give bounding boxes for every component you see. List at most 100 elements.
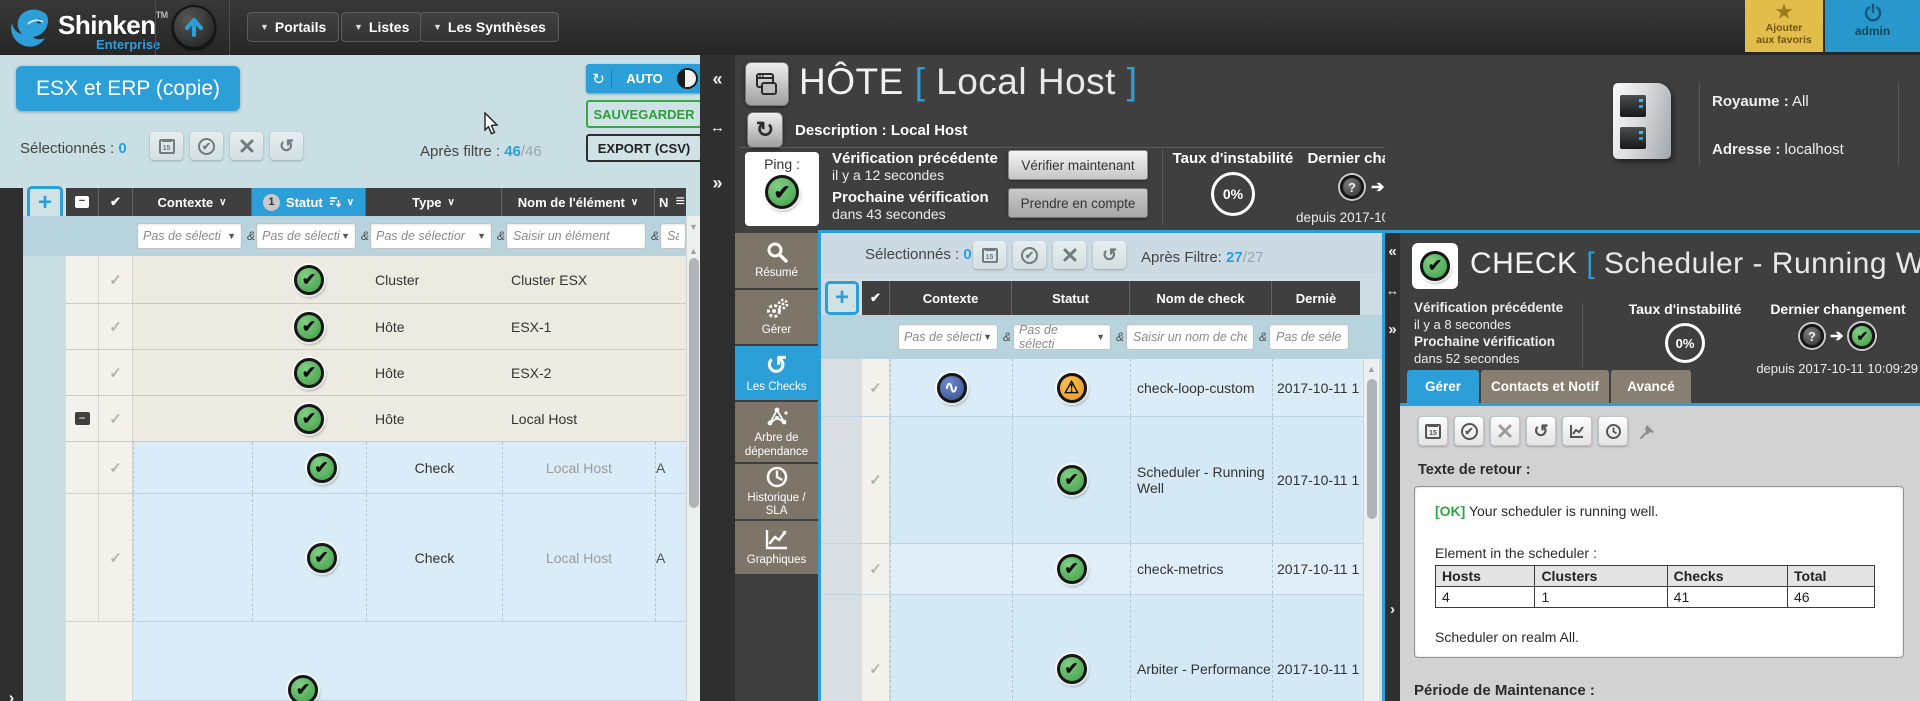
auto-refresh-toggle[interactable]: ↻ AUTO — [586, 64, 700, 93]
add-check-button[interactable]: + — [825, 281, 859, 315]
sidebar-item-historique-sla[interactable]: Historique / SLA — [735, 464, 818, 521]
sidebar-item-arbre-de-dependance[interactable]: Arbre de dépendance — [735, 402, 818, 464]
table-row-child[interactable]: ✓ Check Local Host A — [66, 494, 686, 622]
table-row[interactable]: − ✓ Hôte Local Host — [66, 396, 686, 442]
scroll-up-icon[interactable]: ▲ — [1364, 364, 1379, 374]
recheck-button[interactable]: ↺ — [270, 132, 303, 160]
collapse-left-icon[interactable]: « — [1385, 243, 1400, 260]
row-check-icon[interactable]: ✓ — [869, 379, 882, 397]
scroll-up-icon[interactable]: ▲ — [687, 246, 700, 256]
schedule-downtime-button[interactable] — [150, 132, 183, 160]
expand-right-icon[interactable]: › — [1385, 601, 1400, 618]
checks-table-scrollbar[interactable]: ▲ — [1363, 359, 1379, 701]
table-row[interactable]: ✓ Hôte ESX-2 — [66, 350, 686, 396]
expand-right-icon[interactable]: » — [700, 173, 735, 194]
column-contexte[interactable]: Contexte — [890, 281, 1012, 315]
check-now-button[interactable]: Vérifier maintenant — [1008, 150, 1148, 180]
column-menu-icon[interactable]: ≡ — [676, 193, 684, 211]
filter-extra-input[interactable] — [660, 223, 686, 249]
select-all-header[interactable]: ✔ — [99, 188, 133, 216]
timeperiod-button[interactable] — [1598, 416, 1628, 446]
menu-listes[interactable]: ▼Listes — [341, 12, 422, 42]
refresh-description-button[interactable]: ↻ — [747, 112, 783, 148]
filter-type-select[interactable]: Pas de sélectior▼ — [370, 223, 492, 249]
menu-les-syntheses[interactable]: ▼Les Synthèses — [420, 12, 559, 42]
check-row[interactable]: ✓ Arbiter - Performance 2017-10-11 1 — [821, 595, 1363, 701]
column-type[interactable]: Type∨ — [366, 188, 502, 216]
schedule-downtime-button[interactable] — [1418, 416, 1448, 446]
check-row[interactable]: ✓ check-loop-custom 2017-10-11 1 — [821, 359, 1363, 417]
acknowledge-button[interactable]: Prendre en compte — [1008, 188, 1148, 218]
tools-button[interactable] — [1490, 416, 1520, 446]
resize-handle-icon[interactable]: ↔ — [700, 119, 735, 136]
schedule-downtime-button[interactable] — [973, 241, 1006, 269]
expand-right-icon[interactable]: › — [0, 688, 23, 701]
scrollbar-thumb[interactable] — [1367, 379, 1377, 519]
recheck-button[interactable]: ↺ — [1093, 241, 1126, 269]
save-button[interactable]: SAUVEGARDER — [586, 100, 700, 128]
acknowledge-button[interactable] — [190, 132, 223, 160]
host-type-button[interactable] — [745, 62, 789, 106]
tab-avance[interactable]: Avancé — [1611, 370, 1691, 403]
filter-contexte-select[interactable]: Pas de sélecti▼ — [898, 324, 998, 350]
scroll-top-button[interactable] — [172, 5, 216, 49]
row-check-icon[interactable]: ✓ — [869, 560, 882, 578]
collapse-row-icon[interactable]: − — [75, 412, 90, 425]
column-statut-sorted[interactable]: 1 Statut ∨ — [252, 188, 366, 216]
row-check-icon[interactable]: ✓ — [869, 660, 882, 678]
tab-gerer[interactable]: Gérer — [1407, 370, 1479, 403]
tools-button[interactable] — [230, 132, 263, 160]
left-table-scrollbar[interactable]: ▼ ▲ — [686, 216, 700, 701]
filter-name-input[interactable] — [506, 223, 646, 249]
row-check-icon[interactable]: ✓ — [109, 459, 122, 477]
filter-statut-select[interactable]: Pas de sélecti▼ — [256, 223, 356, 249]
menu-portails[interactable]: ▼Portails — [247, 12, 339, 42]
row-check-icon[interactable]: ✓ — [109, 271, 122, 289]
pin-icon[interactable] — [1638, 421, 1658, 441]
scroll-down-icon[interactable]: ▼ — [687, 222, 700, 232]
tab-contacts-et-notif[interactable]: Contacts et Notif — [1481, 370, 1609, 403]
filter-statut-select[interactable]: Pas de sélecti▼ — [1013, 324, 1111, 350]
column-nom-element[interactable]: Nom de l'élément∨ — [502, 188, 655, 216]
table-row[interactable]: ✓ Cluster Cluster ESX — [66, 256, 686, 304]
row-check-icon[interactable]: ✓ — [109, 549, 122, 567]
user-menu-button[interactable]: admin — [1825, 0, 1920, 52]
column-nom-check[interactable]: Nom de check — [1130, 281, 1272, 315]
filter-check-name-input[interactable] — [1126, 324, 1254, 350]
row-check-icon[interactable]: ✓ — [109, 410, 122, 428]
acknowledge-button[interactable] — [1454, 416, 1484, 446]
check-row[interactable]: ✓ Scheduler - Running Well 2017-10-11 1 — [821, 417, 1363, 544]
scrollbar-thumb[interactable] — [689, 258, 699, 508]
expand-right-icon[interactable]: » — [1385, 321, 1400, 338]
filter-date-input[interactable] — [1269, 324, 1349, 350]
acknowledge-button[interactable] — [1013, 241, 1046, 269]
table-row[interactable]: ✓ Hôte ESX-1 — [66, 304, 686, 350]
table-row-child[interactable]: ✓ Check Local Host A — [66, 442, 686, 494]
view-title-button[interactable]: ESX et ERP (copie) — [16, 66, 240, 111]
sidebar-item-gerer[interactable]: Gérer — [735, 290, 818, 346]
column-extra[interactable]: N≡ — [655, 188, 686, 216]
row-check-icon[interactable]: ✓ — [109, 318, 122, 336]
collapse-all-header[interactable]: − — [66, 188, 99, 216]
tools-button[interactable] — [1053, 241, 1086, 269]
sidebar-item-graphiques[interactable]: Graphiques — [735, 521, 818, 576]
filter-contexte-select[interactable]: Pas de sélecti▼ — [137, 223, 242, 249]
column-statut[interactable]: Statut — [1012, 281, 1130, 315]
add-element-button[interactable]: + — [27, 186, 63, 220]
row-check-icon[interactable]: ✓ — [869, 471, 882, 489]
add-to-favorites-button[interactable]: ★ Ajouteraux favoris — [1745, 0, 1823, 52]
collapse-left-icon[interactable]: « — [700, 69, 735, 90]
row-check-icon[interactable]: ✓ — [109, 364, 122, 382]
export-csv-button[interactable]: EXPORT (CSV) — [586, 134, 700, 162]
recheck-button[interactable]: ↺ — [1526, 416, 1556, 446]
table-row-child[interactable] — [66, 622, 686, 701]
column-contexte[interactable]: Contexte∨ — [133, 188, 252, 216]
resize-handle-icon[interactable]: ↔ — [1385, 283, 1400, 298]
sidebar-item-les-checks[interactable]: ↺ Les Checks — [735, 346, 818, 402]
check-row[interactable]: ✓ check-metrics 2017-10-11 1 — [821, 544, 1363, 595]
check-type-button[interactable] — [1412, 243, 1458, 289]
sidebar-item-resume[interactable]: Résumé — [735, 233, 818, 290]
column-derniere[interactable]: Derniè — [1272, 281, 1360, 315]
graph-button[interactable] — [1562, 416, 1592, 446]
select-all-header[interactable]: ✔ — [862, 281, 890, 315]
